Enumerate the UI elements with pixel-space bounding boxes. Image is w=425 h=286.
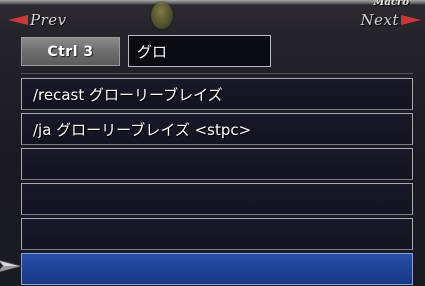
- emblem-icon: [151, 2, 173, 29]
- arrow-right-icon: [401, 15, 421, 25]
- macro-line-6[interactable]: [21, 253, 413, 285]
- next-label: Next: [360, 11, 399, 29]
- macro-editor-window: Prev Macro Next Ctrl 3 グロ /recast グローリーブ…: [0, 0, 425, 286]
- macro-line-2[interactable]: /ja グローリーブレイズ <stpc>: [21, 113, 413, 145]
- macro-name-field[interactable]: グロ: [128, 35, 271, 67]
- prev-label: Prev: [30, 11, 67, 29]
- window-top-bar: [0, 0, 425, 5]
- macro-line-4[interactable]: [21, 183, 413, 215]
- header-divider: [21, 73, 413, 74]
- macro-label: Macro: [373, 0, 409, 8]
- macro-line-5[interactable]: [21, 218, 413, 250]
- macro-line-3[interactable]: [21, 148, 413, 180]
- pointer-cursor-icon: [0, 260, 23, 272]
- prev-button[interactable]: Prev: [8, 10, 67, 30]
- next-button[interactable]: Next: [360, 10, 421, 30]
- macro-key-badge: Ctrl 3: [21, 37, 120, 66]
- arrow-left-icon: [8, 15, 28, 25]
- macro-line-1[interactable]: /recast グローリーブレイズ: [21, 78, 413, 110]
